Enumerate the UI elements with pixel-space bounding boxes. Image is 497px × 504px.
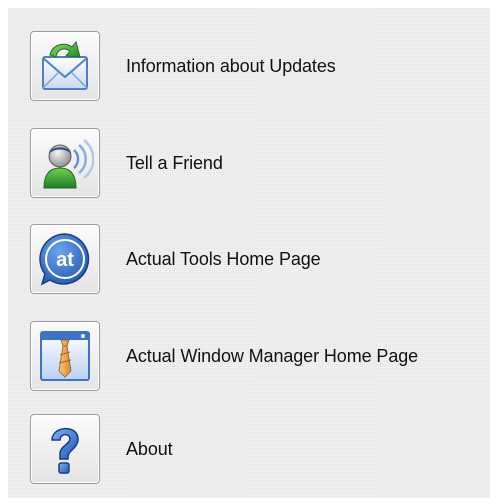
window-manager-button[interactable] bbox=[30, 321, 100, 391]
menu-item-actual-tools[interactable]: at Actual Tools Home Page bbox=[30, 222, 490, 296]
menu-item-label[interactable]: About bbox=[126, 439, 173, 460]
menu-item-updates[interactable]: Information about Updates bbox=[30, 29, 490, 103]
actual-tools-logo-icon: at bbox=[39, 233, 90, 286]
svg-text:at: at bbox=[56, 249, 74, 271]
user-speaking-icon bbox=[43, 139, 94, 189]
question-mark-icon bbox=[51, 427, 79, 474]
menu-item-label[interactable]: Information about Updates bbox=[126, 56, 336, 77]
about-button[interactable] bbox=[30, 414, 100, 484]
actual-tools-button[interactable]: at bbox=[30, 224, 100, 294]
mail-update-icon bbox=[42, 40, 88, 90]
links-panel: Information about Updates Tell a Friend … bbox=[8, 8, 490, 498]
menu-item-about[interactable]: About bbox=[30, 412, 490, 486]
menu-item-window-manager[interactable]: Actual Window Manager Home Page bbox=[30, 319, 490, 393]
window-manager-icon bbox=[40, 331, 90, 381]
menu-item-label[interactable]: Tell a Friend bbox=[126, 153, 223, 174]
updates-button[interactable] bbox=[30, 31, 100, 101]
menu-item-label[interactable]: Actual Tools Home Page bbox=[126, 249, 321, 270]
tell-friend-button[interactable] bbox=[30, 128, 100, 198]
menu-item-tell-friend[interactable]: Tell a Friend bbox=[30, 126, 490, 200]
menu-item-label[interactable]: Actual Window Manager Home Page bbox=[126, 346, 418, 367]
